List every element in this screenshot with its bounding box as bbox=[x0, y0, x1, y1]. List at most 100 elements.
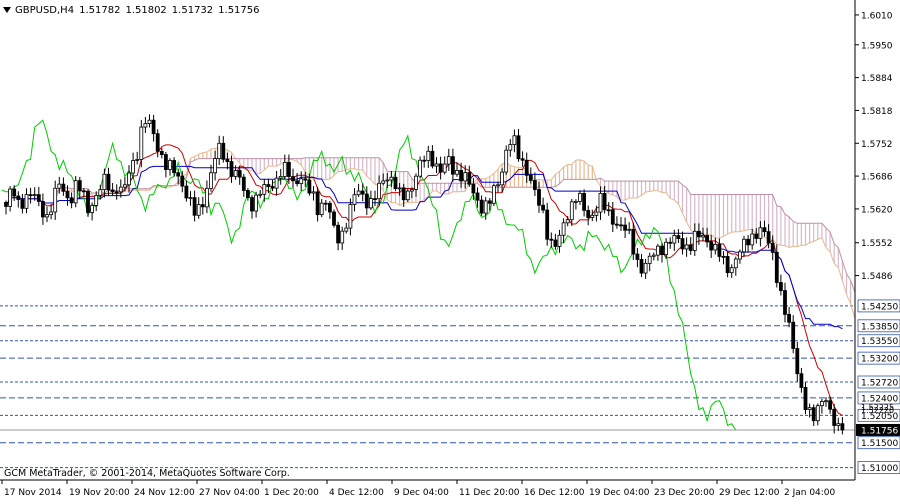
candle-body bbox=[155, 133, 160, 152]
price-chart[interactable]: 1.6010 1.5950 1.5884 1.5818 1.5752 1.5686 1.56… bbox=[0, 0, 900, 500]
candle-body bbox=[537, 189, 541, 206]
symbol-timeframe: GBPUSD,H4 bbox=[15, 4, 75, 16]
candle-body bbox=[295, 180, 300, 185]
candle-body bbox=[356, 190, 361, 196]
level-label: 1.53200 bbox=[861, 355, 898, 365]
candle-body bbox=[643, 262, 648, 274]
candle-body bbox=[254, 194, 259, 212]
candle-body bbox=[840, 423, 845, 431]
candle-body bbox=[787, 313, 791, 323]
price-tick-label: 1.5950 bbox=[861, 41, 893, 51]
candle-body bbox=[692, 230, 697, 251]
chevron-down-icon[interactable] bbox=[3, 7, 11, 13]
candle-body bbox=[508, 144, 513, 151]
candle-body bbox=[98, 189, 103, 196]
candle-body bbox=[479, 199, 484, 214]
candle-body bbox=[147, 119, 152, 124]
chart-title-bar[interactable]: GBPUSD,H4 1.51782 1.51802 1.51732 1.5175… bbox=[2, 2, 260, 18]
candle-body bbox=[245, 190, 250, 198]
candle-body bbox=[163, 154, 168, 170]
candle-body bbox=[204, 187, 209, 208]
candle-body bbox=[651, 254, 656, 257]
candle-body bbox=[450, 156, 455, 175]
candle-body bbox=[348, 204, 353, 229]
candle-body bbox=[779, 282, 783, 291]
candle-body bbox=[373, 198, 377, 200]
candle-body bbox=[20, 199, 25, 209]
quote-open: 1.51782 bbox=[79, 4, 121, 16]
candle-body bbox=[803, 387, 808, 410]
candle-body bbox=[49, 211, 53, 216]
candle-body bbox=[241, 176, 246, 191]
candle-body bbox=[16, 195, 21, 200]
candle-body bbox=[422, 159, 427, 162]
candle-body bbox=[746, 238, 750, 246]
candle-body bbox=[426, 150, 431, 162]
candle-body bbox=[397, 187, 402, 190]
level-label: 1.51500 bbox=[861, 439, 898, 449]
candle-body bbox=[180, 175, 185, 187]
candle-body bbox=[828, 400, 832, 410]
candle-body bbox=[762, 227, 767, 233]
candle-body bbox=[705, 234, 709, 243]
candle-body bbox=[53, 187, 58, 213]
candle-body bbox=[639, 259, 644, 274]
candle-body bbox=[184, 185, 189, 199]
candle-body bbox=[586, 209, 591, 218]
candle-body bbox=[110, 189, 115, 193]
price-tick-label: 1.5752 bbox=[861, 140, 893, 150]
time-tick-label: 27 Nov 04:00 bbox=[199, 488, 260, 498]
candle-body bbox=[41, 201, 45, 218]
candle-body bbox=[311, 191, 316, 194]
candle-body bbox=[684, 244, 689, 250]
candle-body bbox=[118, 186, 123, 193]
candle-body bbox=[336, 224, 341, 244]
level-label: 1.51000 bbox=[861, 464, 898, 474]
candle-body bbox=[12, 188, 17, 197]
candle-body bbox=[631, 228, 636, 255]
candle-body bbox=[578, 192, 582, 202]
time-tick-label: 9 Dec 04:00 bbox=[394, 488, 449, 498]
price-tick-label: 1.6010 bbox=[861, 11, 893, 21]
candle-body bbox=[430, 150, 435, 167]
candle-body bbox=[619, 224, 623, 227]
level-label: 1.53550 bbox=[861, 337, 898, 347]
candle-body bbox=[680, 238, 685, 250]
time-tick-label: 4 Dec 12:00 bbox=[329, 488, 384, 498]
candle-body bbox=[286, 162, 291, 177]
candle-body bbox=[520, 158, 525, 161]
candle-body bbox=[315, 191, 320, 216]
candle-body bbox=[151, 119, 156, 135]
candle-body bbox=[409, 189, 414, 192]
candle-body bbox=[791, 321, 796, 349]
candle-body bbox=[483, 200, 488, 214]
candle-body bbox=[282, 162, 287, 177]
candle-body bbox=[274, 177, 279, 189]
candle-body bbox=[278, 176, 283, 179]
candle-body bbox=[660, 245, 664, 256]
candle-body bbox=[783, 290, 787, 315]
level-label: 1.54250 bbox=[861, 302, 898, 312]
candle-body bbox=[36, 194, 41, 202]
candle-body bbox=[233, 170, 238, 177]
candle-body bbox=[565, 219, 570, 224]
candle-body bbox=[574, 200, 578, 203]
candle-body bbox=[516, 135, 521, 160]
candle-body bbox=[598, 192, 603, 213]
candle-body bbox=[602, 192, 607, 211]
candle-body bbox=[697, 230, 701, 238]
candle-body bbox=[709, 241, 714, 251]
candle-body bbox=[352, 194, 357, 205]
candle-body bbox=[500, 171, 505, 186]
chart-window[interactable]: 1.6010 1.5950 1.5884 1.5818 1.5752 1.5686 1.56… bbox=[0, 0, 900, 500]
candle-body bbox=[811, 407, 816, 422]
price-tick-label: 1.5552 bbox=[861, 239, 893, 249]
candle-body bbox=[688, 244, 693, 251]
candle-body bbox=[459, 170, 464, 182]
candle-body bbox=[832, 408, 837, 426]
candle-body bbox=[446, 156, 451, 165]
candle-body bbox=[836, 423, 841, 426]
candle-body bbox=[86, 190, 90, 213]
candle-body bbox=[327, 202, 332, 213]
candle-body bbox=[742, 238, 746, 253]
